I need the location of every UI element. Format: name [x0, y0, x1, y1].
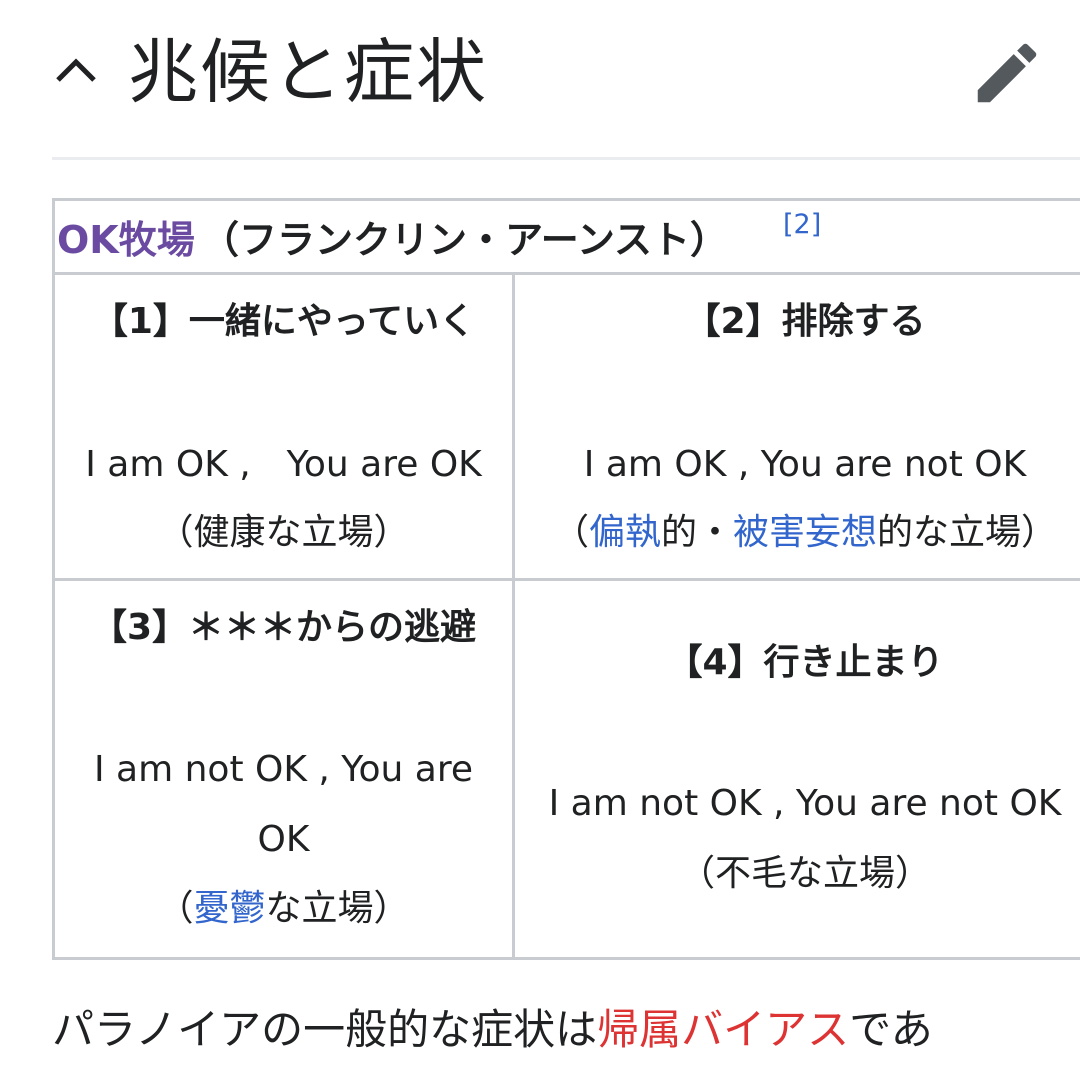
cell-note: （憂鬱な立場）: [55, 884, 512, 934]
table-cell-3: 【3】＊＊＊からの逃避 I am not OK , You are OK （憂鬱…: [55, 581, 515, 957]
ok-corral-table: OK牧場 （フランクリン・アーンスト） [2] 【1】一緒にやっていく I am…: [52, 198, 1080, 960]
section-divider: [52, 157, 1080, 160]
cell-heading: 【4】行き止まり: [666, 642, 944, 683]
reference-link[interactable]: [2]: [783, 207, 821, 243]
cell-heading: 【1】一緒にやっていく: [91, 301, 476, 342]
cell-note: （不毛な立場）: [678, 853, 931, 894]
note-close: 的な立場）: [877, 512, 1058, 553]
note-open: （: [552, 512, 589, 553]
note-middle: 的・: [660, 512, 733, 553]
table-cell-4: 【4】行き止まり I am not OK , You are not OK （不…: [515, 581, 1080, 957]
cell-ok-statement: I am not OK , You are not OK: [548, 783, 1062, 824]
paranoia-link[interactable]: 偏執: [589, 512, 661, 553]
caption-author: （フランクリン・アーンスト）: [201, 218, 729, 262]
depression-link[interactable]: 憂鬱: [193, 888, 265, 929]
cell-ok-statement-line1: I am not OK , You are: [93, 749, 474, 790]
cell-ok-statement: I am OK , You are not OK: [583, 444, 1027, 485]
ok-corral-link[interactable]: OK牧場: [57, 215, 195, 265]
note-close: な立場）: [265, 888, 410, 929]
body-paragraph: パラノイアの一般的な症状は帰属バイアスであ: [52, 998, 1080, 1062]
section-header: 兆候と症状: [0, 0, 1080, 160]
paragraph-text-start: パラノイアの一般的な症状は: [52, 1005, 598, 1054]
persecutory-delusion-link[interactable]: 被害妄想: [733, 512, 877, 553]
cell-heading: 【2】排除する: [684, 301, 926, 342]
cell-ok-statement-line2: OK: [257, 819, 310, 860]
paragraph-text-end: であ: [849, 1005, 933, 1054]
cell-note: （健康な立場）: [157, 512, 410, 553]
table-cell-2: 【2】排除する I am OK , You are not OK （偏執的・被害…: [515, 275, 1080, 581]
cell-heading: 【3】＊＊＊からの逃避: [90, 607, 477, 648]
note-open: （: [157, 888, 194, 929]
cell-ok-statement: I am OK , You are OK: [85, 444, 482, 485]
chevron-up-icon[interactable]: [52, 44, 100, 92]
cell-note: （偏執的・被害妄想的な立場）: [515, 508, 1080, 558]
section-title: 兆候と症状: [128, 31, 488, 113]
table-caption: OK牧場 （フランクリン・アーンスト） [2]: [55, 201, 1080, 275]
attribution-bias-link[interactable]: 帰属バイアス: [597, 1005, 849, 1054]
pencil-icon[interactable]: [968, 34, 1046, 112]
table-cell-1: 【1】一緒にやっていく I am OK , You are OK （健康な立場）: [55, 275, 515, 581]
